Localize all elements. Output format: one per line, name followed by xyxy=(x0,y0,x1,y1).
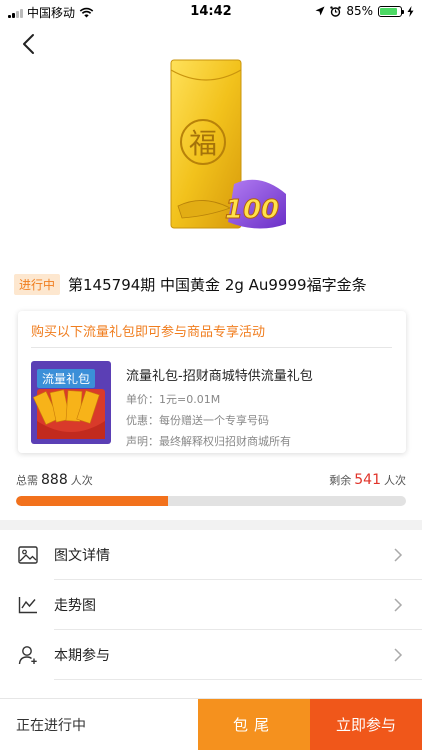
alarm-icon xyxy=(330,5,342,17)
chevron-right-icon xyxy=(394,648,403,662)
progress-bar xyxy=(16,496,406,506)
baowei-button[interactable]: 包尾 xyxy=(198,699,310,750)
image-badge-number: 100 xyxy=(225,195,279,225)
ongoing-status: 正在进行中 xyxy=(16,717,86,734)
fu-character: 福 xyxy=(189,127,217,160)
section-gap xyxy=(0,520,422,530)
progress-fill xyxy=(16,496,169,506)
promo-divider xyxy=(31,347,392,348)
gift-info: 流量礼包-招财商城特供流量礼包 单价：1元=0.01M 优惠：每份赠送一个专享号… xyxy=(126,365,313,454)
product-image: 福 100 xyxy=(168,56,290,232)
total-prefix: 总需 xyxy=(16,474,38,487)
chevron-right-icon xyxy=(394,598,403,612)
status-bar: 中国移动 14:42 85% xyxy=(0,0,422,24)
add-user-icon xyxy=(17,644,39,666)
menu-label-details: 图文详情 xyxy=(54,548,110,564)
total-value: 888 xyxy=(41,472,68,488)
remain-value: 541 xyxy=(354,472,381,488)
chevron-right-icon xyxy=(394,548,403,562)
total-needed: 总需 888 人次 xyxy=(16,472,93,488)
charging-icon xyxy=(407,5,414,17)
menu-item-participants[interactable]: 本期参与 xyxy=(0,630,422,680)
gift-label: 流量礼包 xyxy=(37,369,96,388)
battery-percent: 85% xyxy=(346,4,373,18)
promo-card[interactable]: 购买以下流量礼包即可参与商品专享活动 流量礼包 流量礼包-招财商城特供流量礼包 … xyxy=(18,311,406,453)
gift-unit-price: 单价：1元=0.01M xyxy=(126,393,221,406)
join-now-button[interactable]: 立即参与 xyxy=(310,699,422,750)
title-row: 进行中 第145794期 中国黄金 2g Au9999福字金条 xyxy=(14,274,367,295)
total-suffix: 人次 xyxy=(70,474,93,487)
trend-chart-icon xyxy=(17,594,39,616)
remain-suffix: 人次 xyxy=(384,474,406,487)
gift-discount: 优惠：每份赠送一个专享号码 xyxy=(126,414,269,427)
remaining: 剩余 541 人次 xyxy=(329,472,406,488)
product-title: 第145794期 中国黄金 2g Au9999福字金条 xyxy=(68,276,367,294)
gift-image: 流量礼包 xyxy=(31,361,111,444)
image-icon xyxy=(17,544,39,566)
chevron-left-icon xyxy=(23,34,34,54)
status-badge: 进行中 xyxy=(14,274,61,295)
menu-item-trend[interactable]: 走势图 xyxy=(0,580,422,630)
menu-item-details[interactable]: 图文详情 xyxy=(0,530,422,580)
promo-heading: 购买以下流量礼包即可参与商品专享活动 xyxy=(31,325,266,340)
remain-prefix: 剩余 xyxy=(329,474,352,487)
gift-statement: 声明：最终解释权归招财商城所有 xyxy=(126,435,291,448)
location-icon xyxy=(315,6,325,16)
gift-name: 流量礼包-招财商城特供流量礼包 xyxy=(126,369,313,384)
status-right: 85% xyxy=(315,4,414,18)
bottom-bar: 正在进行中 包尾 立即参与 xyxy=(0,698,422,750)
menu-divider xyxy=(54,679,422,680)
back-button[interactable] xyxy=(14,30,42,58)
battery-icon xyxy=(378,5,404,17)
menu-label-participants: 本期参与 xyxy=(54,648,110,664)
menu-label-trend: 走势图 xyxy=(54,598,96,614)
